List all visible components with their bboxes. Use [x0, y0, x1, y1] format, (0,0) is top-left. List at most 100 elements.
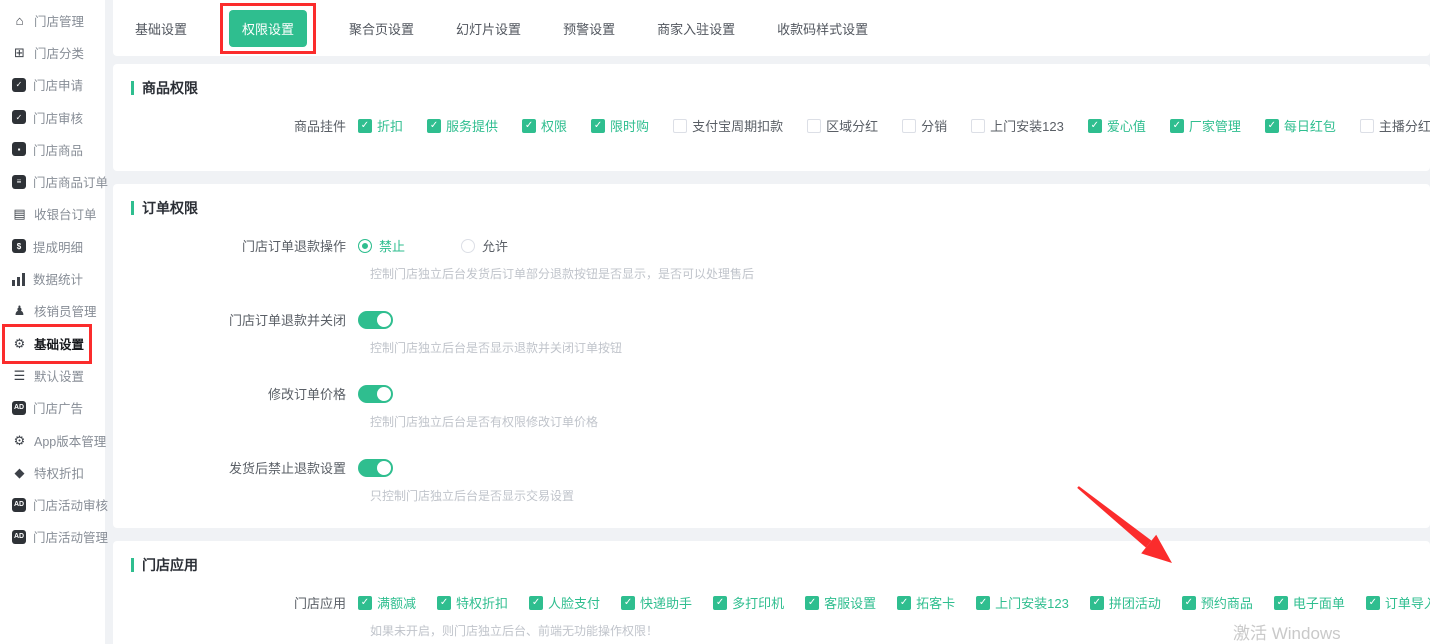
checkbox-item-7[interactable]: 上门安装123	[971, 116, 1064, 135]
checkbox-item-6[interactable]: ✓拓客卡	[897, 593, 955, 612]
tab-2[interactable]: 聚合页设置	[349, 19, 414, 38]
sidebar-item-12[interactable]: AD门店广告	[0, 392, 105, 424]
discount-tag-icon: ◆	[12, 465, 27, 480]
checkbox-item-6[interactable]: 分销	[902, 116, 947, 135]
checkbox[interactable]: ✓	[358, 596, 372, 610]
toggle-switch[interactable]	[358, 311, 393, 329]
sidebar-item-2[interactable]: ✓门店申请	[0, 69, 105, 101]
sidebar-item-6[interactable]: ▤收银台订单	[0, 198, 105, 230]
checkbox-item-3[interactable]: ✓ 限时购	[591, 116, 649, 135]
checkbox-item-9[interactable]: ✓厂家管理	[1170, 116, 1241, 135]
checkbox[interactable]: ✓	[1366, 596, 1380, 610]
order-setting-row: 修改订单价格控制门店独立后台是否有权限修改订单价格	[113, 384, 1430, 430]
tab-1[interactable]: 权限设置	[229, 10, 307, 47]
checkbox[interactable]: ✓	[1274, 596, 1288, 610]
checkbox-label: 分销	[921, 116, 947, 135]
checkbox[interactable]: ✓	[1088, 119, 1102, 133]
toggle-switch[interactable]	[358, 459, 393, 477]
checkbox[interactable]: ✓	[976, 596, 990, 610]
checkbox-label: 服务提供	[446, 116, 498, 135]
tab-0[interactable]: 基础设置	[135, 19, 187, 38]
checkbox[interactable]: ✓	[522, 119, 536, 133]
tab-6[interactable]: 收款码样式设置	[777, 19, 868, 38]
checkbox-label: 客服设置	[824, 593, 876, 612]
checkbox-item-0[interactable]: ✓折扣	[358, 116, 403, 135]
title-accent-bar	[131, 558, 134, 572]
checkbox-item-5[interactable]: 区域分红	[807, 116, 878, 135]
checkbox-item-9[interactable]: ✓ 预约商品	[1182, 593, 1253, 612]
toggle-knob	[377, 461, 391, 475]
tab-3[interactable]: 幻灯片设置	[456, 19, 521, 38]
checkbox-label: 限时购	[610, 116, 649, 135]
tab-5[interactable]: 商家入驻设置	[657, 19, 735, 38]
radio-option-1[interactable]: 允许	[461, 236, 508, 255]
checkbox-item-8[interactable]: ✓拼团活动	[1090, 593, 1161, 612]
checkbox[interactable]: ✓	[1090, 596, 1104, 610]
admin-page: ⌂门店管理⊞门店分类✓门店申请✓门店审核▪门店商品≡门店商品订单▤收银台订单$提…	[0, 0, 1430, 644]
checkbox[interactable]	[971, 119, 985, 133]
checkbox-item-1[interactable]: ✓ 服务提供	[427, 116, 498, 135]
checkbox[interactable]: ✓	[805, 596, 819, 610]
checkbox-item-4[interactable]: ✓多打印机	[713, 593, 784, 612]
checkbox[interactable]: ✓	[358, 119, 372, 133]
checkbox-item-5[interactable]: ✓ 客服设置	[805, 593, 876, 612]
checkbox-item-0[interactable]: ✓满额减	[358, 593, 416, 612]
checkbox-item-4[interactable]: 支付宝周期扣款	[673, 116, 783, 135]
checkbox[interactable]: ✓	[897, 596, 911, 610]
activate-windows-watermark: 激活 Windows	[1233, 619, 1341, 644]
checkbox-item-1[interactable]: ✓特权折扣	[437, 593, 508, 612]
sidebar-item-0[interactable]: ⌂门店管理	[0, 4, 105, 36]
checkbox-item-2[interactable]: ✓权限	[522, 116, 567, 135]
sidebar-item-11[interactable]: ☰默认设置	[0, 359, 105, 391]
checkbox-item-8[interactable]: ✓爱心值	[1088, 116, 1146, 135]
checkbox-item-11[interactable]: ✓订单导入	[1366, 593, 1430, 612]
sidebar-item-7[interactable]: $提成明细	[0, 230, 105, 262]
store-apps-title: 门店应用	[142, 555, 198, 575]
checkbox[interactable]	[807, 119, 821, 133]
radio-dot[interactable]	[358, 239, 372, 253]
sidebar-item-10[interactable]: ⚙基础设置	[0, 327, 105, 359]
checkbox[interactable]: ✓	[1265, 119, 1279, 133]
sidebar-item-15[interactable]: AD门店活动审核	[0, 488, 105, 520]
section-title-product: 商品权限	[113, 78, 1430, 98]
checkbox[interactable]	[673, 119, 687, 133]
order-permissions-title: 订单权限	[142, 198, 198, 218]
checkbox[interactable]: ✓	[427, 119, 441, 133]
checkbox[interactable]: ✓	[591, 119, 605, 133]
sidebar-item-9[interactable]: ♟核销员管理	[0, 295, 105, 327]
radio-option-0[interactable]: 禁止	[358, 236, 405, 255]
checkbox-item-7[interactable]: ✓上门安装123	[976, 593, 1069, 612]
sidebar-item-14[interactable]: ◆特权折扣	[0, 456, 105, 488]
sidebar-item-4[interactable]: ▪门店商品	[0, 133, 105, 165]
store-apps-label: 门店应用	[113, 593, 358, 612]
checkbox-label: 预约商品	[1201, 593, 1253, 612]
radio-dot[interactable]	[461, 239, 475, 253]
checkbox[interactable]: ✓	[437, 596, 451, 610]
checkbox-item-3[interactable]: ✓快递助手	[621, 593, 692, 612]
toggle-switch[interactable]	[358, 385, 393, 403]
sidebar-item-16[interactable]: AD门店活动管理	[0, 521, 105, 553]
checkbox[interactable]	[1360, 119, 1374, 133]
sidebar-item-3[interactable]: ✓门店审核	[0, 101, 105, 133]
checkbox[interactable]: ✓	[1170, 119, 1184, 133]
checkbox[interactable]: ✓	[713, 596, 727, 610]
sidebar-item-label: 门店活动管理	[33, 527, 108, 546]
sidebar-item-label: App版本管理	[34, 431, 106, 450]
sidebar-item-8[interactable]: 数据统计	[0, 262, 105, 294]
order-row-help-text: 只控制门店独立后台是否显示交易设置	[370, 487, 1430, 504]
tab-4[interactable]: 预警设置	[563, 19, 615, 38]
checkbox-item-10[interactable]: ✓每日红包	[1265, 116, 1336, 135]
checkbox[interactable]: ✓	[1182, 596, 1196, 610]
staff-person-icon: ♟	[12, 303, 27, 318]
checkbox[interactable]: ✓	[529, 596, 543, 610]
checkbox-item-2[interactable]: ✓人脸支付	[529, 593, 600, 612]
checkbox-item-10[interactable]: ✓电子面单	[1274, 593, 1345, 612]
checkbox-item-11[interactable]: 主播分红	[1360, 116, 1430, 135]
checkbox[interactable]: ✓	[621, 596, 635, 610]
order-setting-row: 发货后禁止退款设置只控制门店独立后台是否显示交易设置	[113, 458, 1430, 504]
sidebar-item-13[interactable]: ⚙App版本管理	[0, 424, 105, 456]
sidebar-item-5[interactable]: ≡门店商品订单	[0, 165, 105, 197]
order-setting-row: 门店订单退款操作禁止允许控制门店独立后台发货后订单部分退款按钮是否显示，是否可以…	[113, 236, 1430, 282]
sidebar-item-1[interactable]: ⊞门店分类	[0, 36, 105, 68]
checkbox[interactable]	[902, 119, 916, 133]
